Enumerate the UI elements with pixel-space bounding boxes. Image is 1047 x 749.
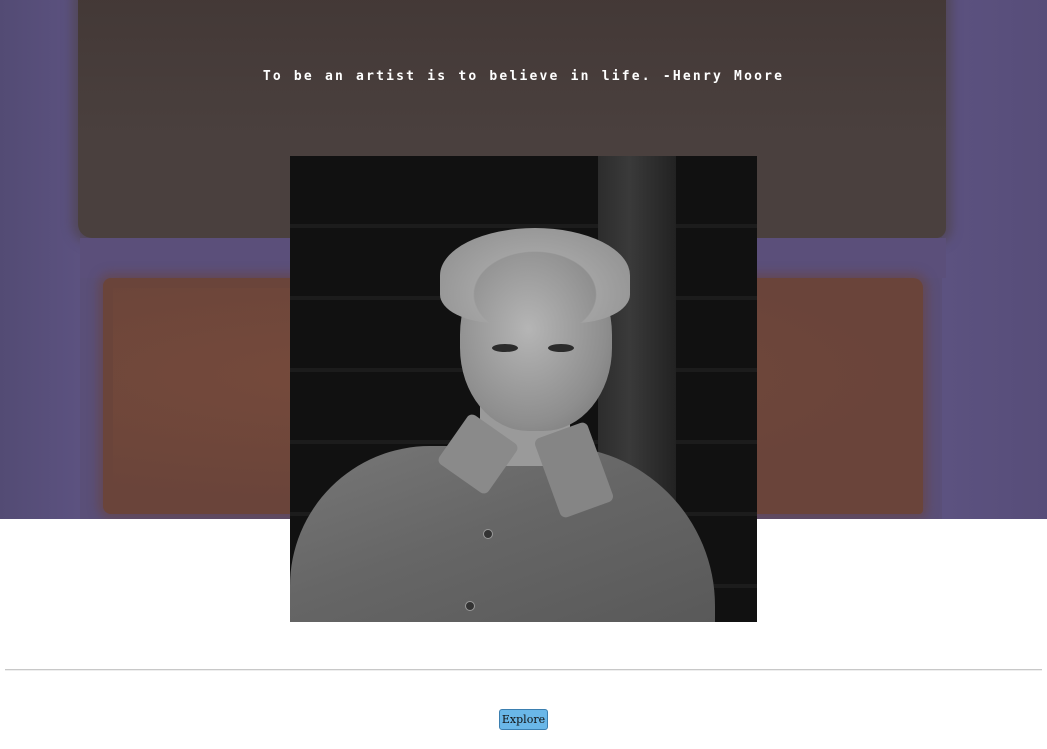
page: To be an artist is to believe in life. -…	[0, 0, 1047, 749]
portrait-eye-right	[548, 344, 574, 352]
portrait-eye-left	[492, 344, 518, 352]
portrait-shirt-button	[483, 529, 493, 539]
section-divider	[5, 669, 1042, 671]
portrait-photo	[290, 156, 757, 622]
explore-button[interactable]: Explore	[499, 709, 548, 730]
portrait-shirt-button	[465, 601, 475, 611]
portrait-hair	[440, 228, 630, 323]
hero-quote: To be an artist is to believe in life. -…	[262, 69, 785, 84]
